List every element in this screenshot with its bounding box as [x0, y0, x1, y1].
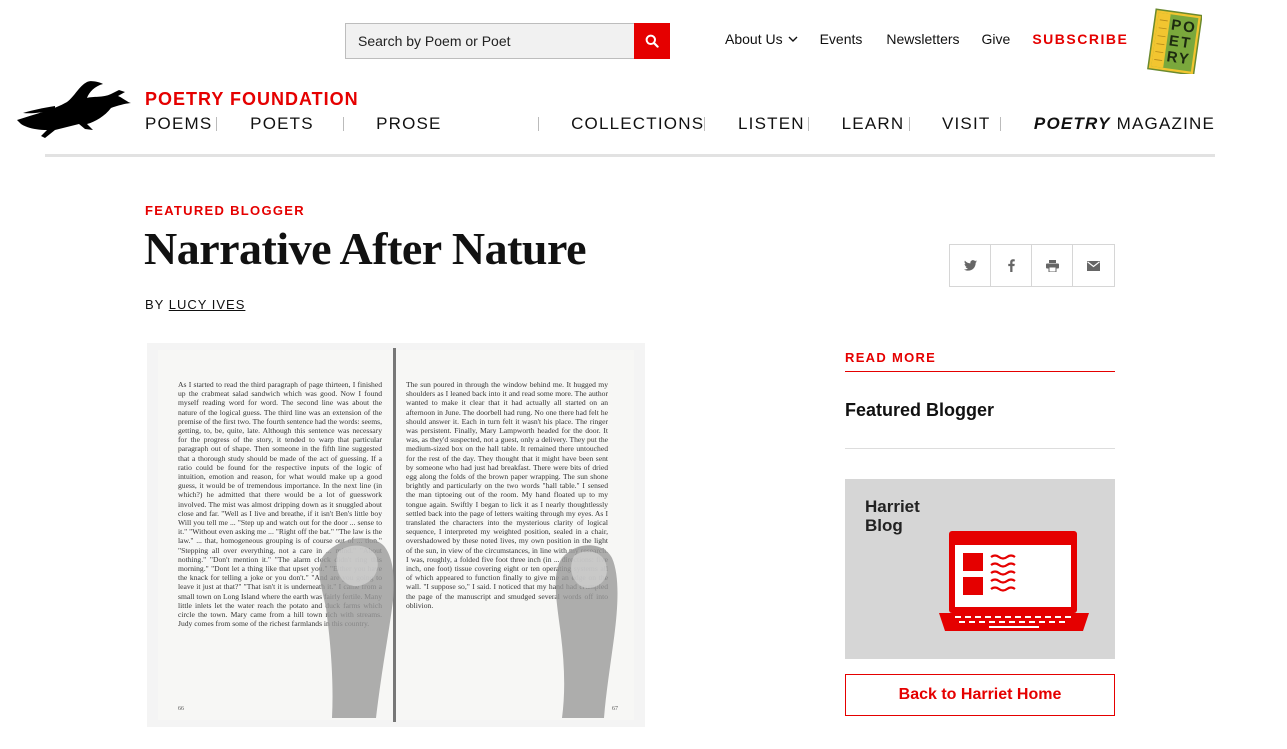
print-icon — [1045, 259, 1059, 272]
byline: BY LUCY IVES — [145, 297, 245, 312]
utility-nav: About Us Events Newsletters Give SUBSCRI… — [725, 31, 1128, 47]
give-link[interactable]: Give — [982, 31, 1011, 47]
nav-poets[interactable]: POETS — [217, 114, 343, 134]
search-input[interactable] — [345, 23, 634, 59]
pegasus-logo[interactable] — [15, 80, 133, 140]
print-button[interactable] — [1032, 245, 1073, 286]
blog-line: Blog — [865, 516, 903, 535]
nav-prose[interactable]: PROSE — [344, 114, 538, 134]
search-icon — [645, 34, 659, 48]
nav-collections[interactable]: COLLECTIONS — [539, 114, 704, 134]
events-link[interactable]: Events — [820, 31, 863, 47]
left-page-number: 66 — [178, 706, 184, 712]
read-more-divider — [845, 371, 1115, 372]
email-icon — [1087, 260, 1100, 271]
header-divider — [45, 154, 1215, 157]
back-to-harriet-home-button[interactable]: Back to Harriet Home — [845, 674, 1115, 716]
article-kicker[interactable]: FEATURED BLOGGER — [145, 203, 305, 218]
about-us-label: About Us — [725, 31, 783, 47]
poetry-magazine-logo[interactable]: P O E T R Y — [1146, 8, 1202, 74]
main-nav: POEMS POETS PROSE COLLECTIONS LISTEN LEA… — [145, 114, 1215, 134]
nav-learn[interactable]: LEARN — [809, 114, 910, 134]
article-title: Narrative After Nature — [144, 223, 587, 274]
about-us-menu[interactable]: About Us — [725, 31, 798, 47]
harriet-blog-promo[interactable]: Harriet Blog — [845, 479, 1115, 659]
laptop-icon — [939, 531, 1089, 631]
newsletters-link[interactable]: Newsletters — [886, 31, 959, 47]
email-button[interactable] — [1073, 245, 1114, 286]
nav-poetry-magazine[interactable]: POETRY MAGAZINE — [1001, 114, 1215, 134]
nav-visit[interactable]: VISIT — [910, 114, 1000, 134]
share-twitter-button[interactable] — [950, 245, 991, 286]
sidebar-divider — [845, 448, 1115, 449]
share-toolbar — [949, 244, 1115, 287]
author-link[interactable]: LUCY IVES — [169, 297, 246, 312]
facebook-icon — [1007, 259, 1015, 272]
nav-poetry-em: POETRY — [1033, 114, 1111, 133]
search-form — [345, 23, 670, 59]
nav-listen[interactable]: LISTEN — [705, 114, 808, 134]
read-more-heading: READ MORE — [845, 350, 937, 365]
harriet-blog-title: Harriet Blog — [865, 497, 920, 535]
nav-magazine-label: MAGAZINE — [1110, 114, 1216, 133]
byline-prefix: BY — [145, 297, 169, 312]
article-image-open-book: As I started to read the third paragraph… — [147, 343, 645, 727]
share-facebook-button[interactable] — [991, 245, 1032, 286]
nav-poems[interactable]: POEMS — [145, 114, 216, 134]
twitter-icon — [963, 260, 977, 271]
brand-name[interactable]: POETRY FOUNDATION — [145, 89, 359, 110]
subscribe-link[interactable]: SUBSCRIBE — [1032, 31, 1128, 47]
featured-blogger-link[interactable]: Featured Blogger — [845, 400, 994, 421]
harriet-line: Harriet — [865, 497, 920, 516]
search-button[interactable] — [634, 23, 670, 59]
chevron-down-icon — [788, 36, 798, 42]
thumbs-illustration — [319, 538, 618, 718]
